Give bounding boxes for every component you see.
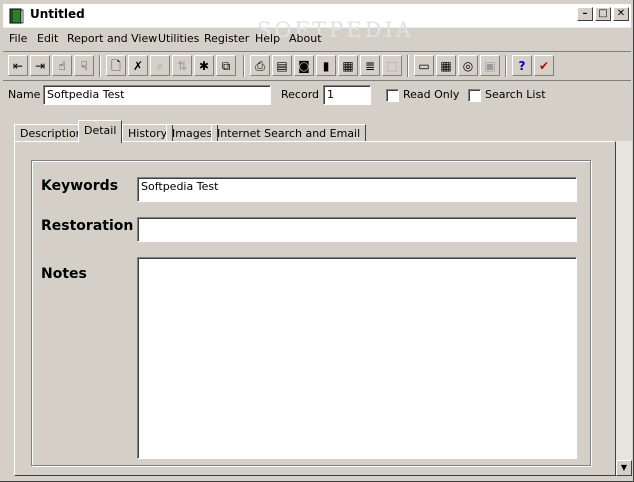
toolbar: ⇤ ⇥ ☝ ☟ 🗋 ✗ ⌕ ⇅ ✱ ⧉ ⎙ ▤ ◙ ▮ ▦ ≣ ⬚ ▭ ▦ ◎ ▣? ✔ (3, 51, 631, 79)
next-record-button[interactable]: ☟ (74, 55, 94, 76)
read-only-label: Read Only (403, 88, 460, 101)
print-icon: ⎙ (255, 58, 265, 73)
toolbar-separator (99, 55, 101, 77)
maximize-button[interactable]: □ (595, 7, 611, 21)
table-icon: ▦ (342, 58, 354, 73)
restoration-label: Restoration (41, 218, 134, 234)
window-title: Untitled (30, 7, 85, 21)
search-list-checkbox[interactable] (468, 89, 481, 102)
keywords-input[interactable]: Softpedia Test (137, 177, 577, 202)
calendar-icon: ▦ (440, 58, 452, 73)
table-button[interactable]: ▦ (338, 55, 358, 76)
list-report-icon: ≣ (364, 58, 376, 73)
toolbar-separator (505, 55, 507, 77)
save-button[interactable]: ▣ (480, 55, 500, 76)
menu-report-and-view[interactable]: Report and View (67, 32, 157, 45)
menu-bar: File Edit Report and View Utilities Regi… (3, 30, 631, 49)
delete-record-icon: ✗ (132, 58, 144, 73)
keywords-label: Keywords (41, 178, 119, 194)
first-record-button[interactable]: ⇤ (8, 55, 28, 76)
record-field-bar: Name Softpedia Test Record 1 Read Only S… (3, 80, 631, 110)
toolbar-separator (243, 55, 245, 77)
label-icon: ⬚ (386, 58, 398, 73)
print-preview-button[interactable]: ▤ (272, 55, 292, 76)
print-preview-icon: ▤ (276, 58, 288, 73)
sort-button[interactable]: ⇅ (172, 55, 192, 76)
last-record-icon: ⇥ (34, 58, 46, 73)
sort-icon: ⇅ (176, 58, 188, 73)
list-report-button[interactable]: ≣ (360, 55, 380, 76)
delete-record-button[interactable]: ✗ (128, 55, 148, 76)
label-button[interactable]: ⬚ (382, 55, 402, 76)
new-record-button[interactable]: 🗋 (106, 55, 126, 76)
menu-edit[interactable]: Edit (37, 32, 58, 45)
chart-button[interactable]: ▮ (316, 55, 336, 76)
check-icon: ✔ (538, 58, 550, 73)
menu-utilities[interactable]: Utilities (158, 32, 199, 45)
notes-label: Notes (41, 266, 87, 282)
vertical-scrollbar[interactable]: ▼ (616, 141, 632, 476)
name-label: Name (8, 88, 41, 101)
clear-button[interactable]: ✱ (194, 55, 214, 76)
menu-help[interactable]: Help (255, 32, 280, 45)
read-only-checkbox[interactable] (386, 89, 399, 102)
minimize-button[interactable]: – (577, 7, 593, 21)
copy-button[interactable]: ⧉ (216, 55, 236, 76)
find-icon: ⌕ (156, 58, 164, 73)
chart-icon: ▮ (322, 58, 330, 73)
tab-detail[interactable]: Detail (78, 120, 123, 143)
menu-about[interactable]: About (289, 32, 322, 45)
name-input[interactable]: Softpedia Test (43, 85, 271, 105)
previous-record-icon: ☝ (58, 58, 66, 73)
scroll-down-button[interactable]: ▼ (616, 460, 632, 476)
find-button[interactable]: ⌕ (150, 55, 170, 76)
next-record-icon: ☟ (80, 58, 88, 73)
book-icon (8, 8, 24, 24)
close-button[interactable]: ✕ (613, 7, 629, 21)
notes-textarea[interactable] (137, 257, 577, 459)
first-record-icon: ⇤ (12, 58, 24, 73)
title-bar[interactable]: Untitled SOFTPEDIA – □ ✕ (3, 4, 631, 42)
copy-icon: ⧉ (221, 58, 231, 73)
last-record-button[interactable]: ⇥ (30, 55, 50, 76)
search-list-label: Search List (485, 88, 546, 101)
record-input[interactable]: 1 (323, 85, 371, 105)
app-window: Untitled SOFTPEDIA – □ ✕ File Edit Repor… (0, 0, 634, 482)
clear-icon: ✱ (198, 58, 210, 73)
restoration-input[interactable] (137, 217, 577, 242)
save-icon: ▣ (484, 58, 496, 73)
menu-register[interactable]: Register (204, 32, 249, 45)
detail-group: Keywords Softpedia Test Restoration Note… (31, 160, 591, 466)
camera-icon: ◙ (298, 58, 310, 73)
cd-icon: ◎ (462, 58, 474, 73)
previous-record-button[interactable]: ☝ (52, 55, 72, 76)
detail-panel: Keywords Softpedia Test Restoration Note… (14, 141, 616, 476)
new-record-icon: 🗋 (111, 58, 121, 73)
cd-button[interactable]: ◎ (458, 55, 478, 76)
toolbar-separator (407, 55, 409, 77)
print-button[interactable]: ⎙ (250, 55, 270, 76)
camera-button[interactable]: ◙ (294, 55, 314, 76)
help-button[interactable]: ? (512, 55, 532, 76)
menu-file[interactable]: File (9, 32, 27, 45)
calculator-button[interactable]: ▭ (414, 55, 434, 76)
check-button[interactable]: ✔ (534, 55, 554, 76)
record-label: Record (281, 88, 320, 101)
calendar-button[interactable]: ▦ (436, 55, 456, 76)
calculator-icon: ▭ (418, 58, 430, 73)
help-icon: ? (518, 58, 526, 73)
tab-internet-search-and-email[interactable]: Internet Search and Email (211, 124, 367, 142)
